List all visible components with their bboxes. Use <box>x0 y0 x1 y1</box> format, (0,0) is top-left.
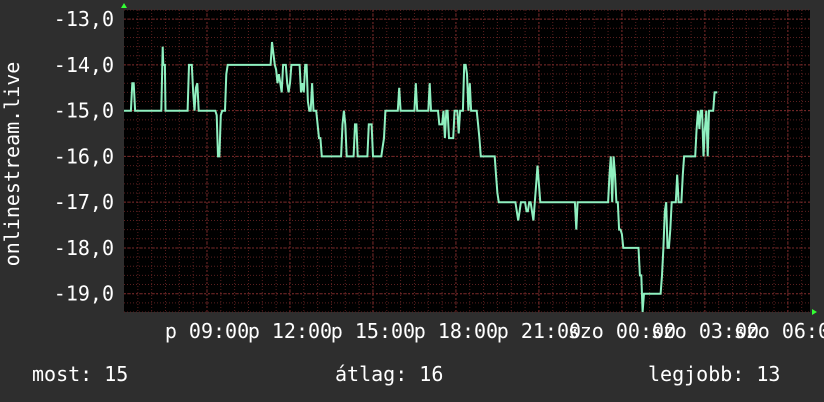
x-tick-label: p 12:00 <box>248 319 332 343</box>
x-tick-labels: p 09:00p 12:00p 15:00p 18:00p 21:00szo 0… <box>165 319 824 343</box>
stat-now: most: 15 <box>32 362 129 386</box>
y-tick-label: -16,0 <box>54 144 114 168</box>
x-tick-label: p 09:00 <box>165 319 249 343</box>
line-chart: -13,0 -14,0 -15,0 -16,0 -17,0 -18,0 -19,0 p 09… <box>0 3 824 343</box>
stat-average: átlag: 16 <box>335 362 444 386</box>
x-tick-label: p 18:00 <box>414 319 498 343</box>
x-tick-label: p 15:00 <box>331 319 415 343</box>
x-axis-arrow <box>812 309 817 315</box>
y-tick-label: -14,0 <box>54 53 114 77</box>
y-axis-arrow <box>121 3 127 8</box>
y-tick-label: -17,0 <box>54 190 114 214</box>
y-tick-label: -13,0 <box>54 7 114 31</box>
y-tick-labels: -13,0 -14,0 -15,0 -16,0 -17,0 -18,0 -19,0 <box>54 7 114 306</box>
y-tick-label: -18,0 <box>54 236 114 260</box>
y-axis-label: onlinestream.live <box>0 62 24 267</box>
y-tick-label: -19,0 <box>54 282 114 306</box>
x-tick-label: szo 06:00 <box>734 319 824 343</box>
y-tick-label: -15,0 <box>54 99 114 123</box>
chart-container: -13,0 -14,0 -15,0 -16,0 -17,0 -18,0 -19,0 p 09… <box>0 0 824 402</box>
stat-best: legjobb: 13 <box>648 362 781 386</box>
